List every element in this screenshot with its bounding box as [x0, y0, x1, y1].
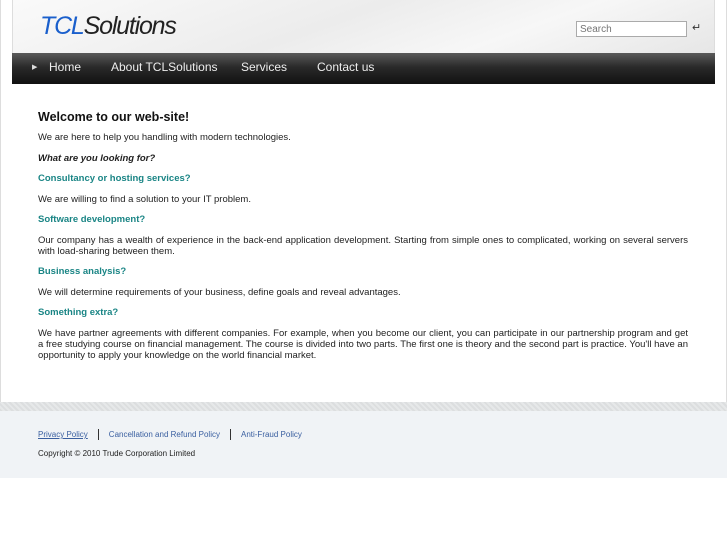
anti-fraud-policy-link[interactable]: Anti-Fraud Policy: [241, 430, 302, 439]
main-content: Welcome to our web-site! We are here to …: [38, 110, 688, 370]
refund-policy-link[interactable]: Cancellation and Refund Policy: [109, 430, 220, 439]
section-heading: Software development?: [38, 214, 146, 225]
nav-services[interactable]: Services: [241, 60, 287, 74]
logo-suffix: Solutions: [83, 12, 177, 40]
enter-icon[interactable]: ↵: [692, 21, 701, 34]
logo[interactable]: TCLSolutions: [40, 12, 177, 41]
separator: [97, 429, 99, 440]
footer: Privacy Policy Cancellation and Refund P…: [0, 411, 727, 478]
section-text: Our company has a wealth of experience i…: [38, 234, 688, 257]
section-heading: Something extra?: [38, 307, 119, 318]
section-heading: Business analysis?: [38, 266, 127, 277]
section-heading: Consultancy or hosting services?: [38, 173, 191, 184]
section-text: We have partner agreements with differen…: [38, 327, 688, 361]
footer-links: Privacy Policy Cancellation and Refund P…: [38, 429, 302, 440]
nav-contact[interactable]: Contact us: [317, 60, 374, 74]
separator: [229, 429, 231, 440]
logo-prefix: TCL: [40, 12, 85, 40]
footer-divider: [0, 402, 727, 411]
intro-text: We are here to help you handling with mo…: [38, 132, 291, 143]
nav-home[interactable]: Home: [49, 60, 81, 74]
search-input[interactable]: [576, 21, 687, 37]
privacy-policy-link[interactable]: Privacy Policy: [38, 430, 88, 439]
section-text: We are willing to find a solution to you…: [38, 193, 251, 205]
nav-arrow-icon: ▶: [32, 64, 38, 71]
question-text: What are you looking for?: [38, 152, 156, 164]
nav-about[interactable]: About TCLSolutions: [111, 60, 218, 74]
section-text: We will determine requirements of your b…: [38, 286, 401, 298]
header: TCLSolutions ↵: [12, 0, 715, 53]
main-nav: ▶ Home About TCLSolutions Services Conta…: [12, 53, 715, 84]
copyright: Copyright © 2010 Trude Corporation Limit…: [38, 449, 196, 458]
page-title: Welcome to our web-site!: [38, 110, 190, 124]
